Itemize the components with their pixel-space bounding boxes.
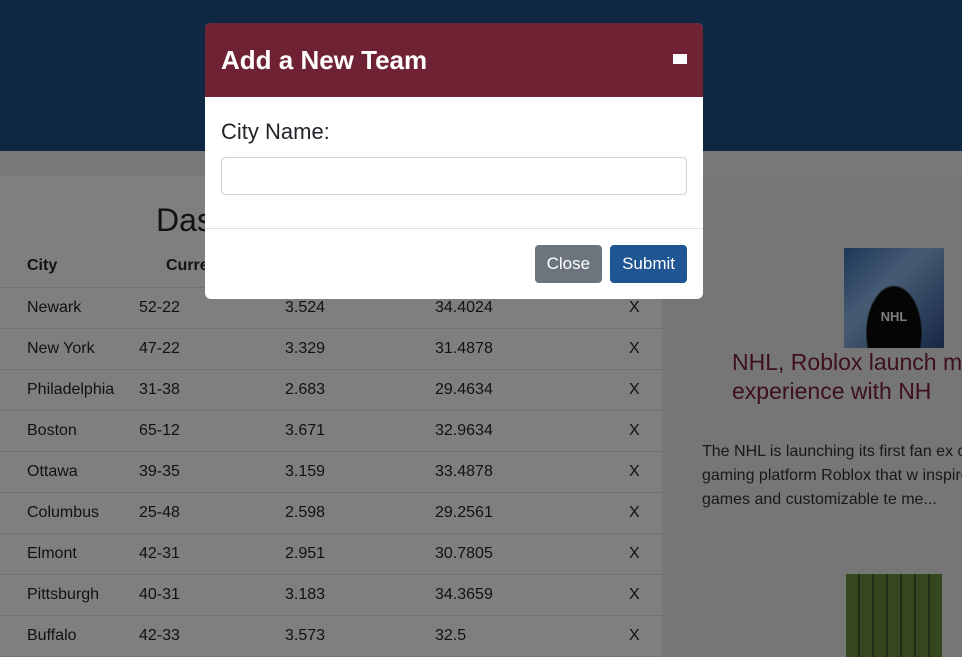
close-button[interactable]: Close [534,245,603,283]
minimize-icon[interactable] [673,54,687,64]
city-name-input[interactable] [221,157,687,195]
modal-title: Add a New Team [221,44,428,75]
city-name-label: City Name: [221,119,330,144]
submit-button[interactable]: Submit [610,245,687,283]
modal-header: Add a New Team [205,23,703,97]
add-team-modal: Add a New Team City Name: Close Submit [205,23,703,299]
modal-body: City Name: [205,97,703,228]
modal-footer: Close Submit [205,228,703,299]
